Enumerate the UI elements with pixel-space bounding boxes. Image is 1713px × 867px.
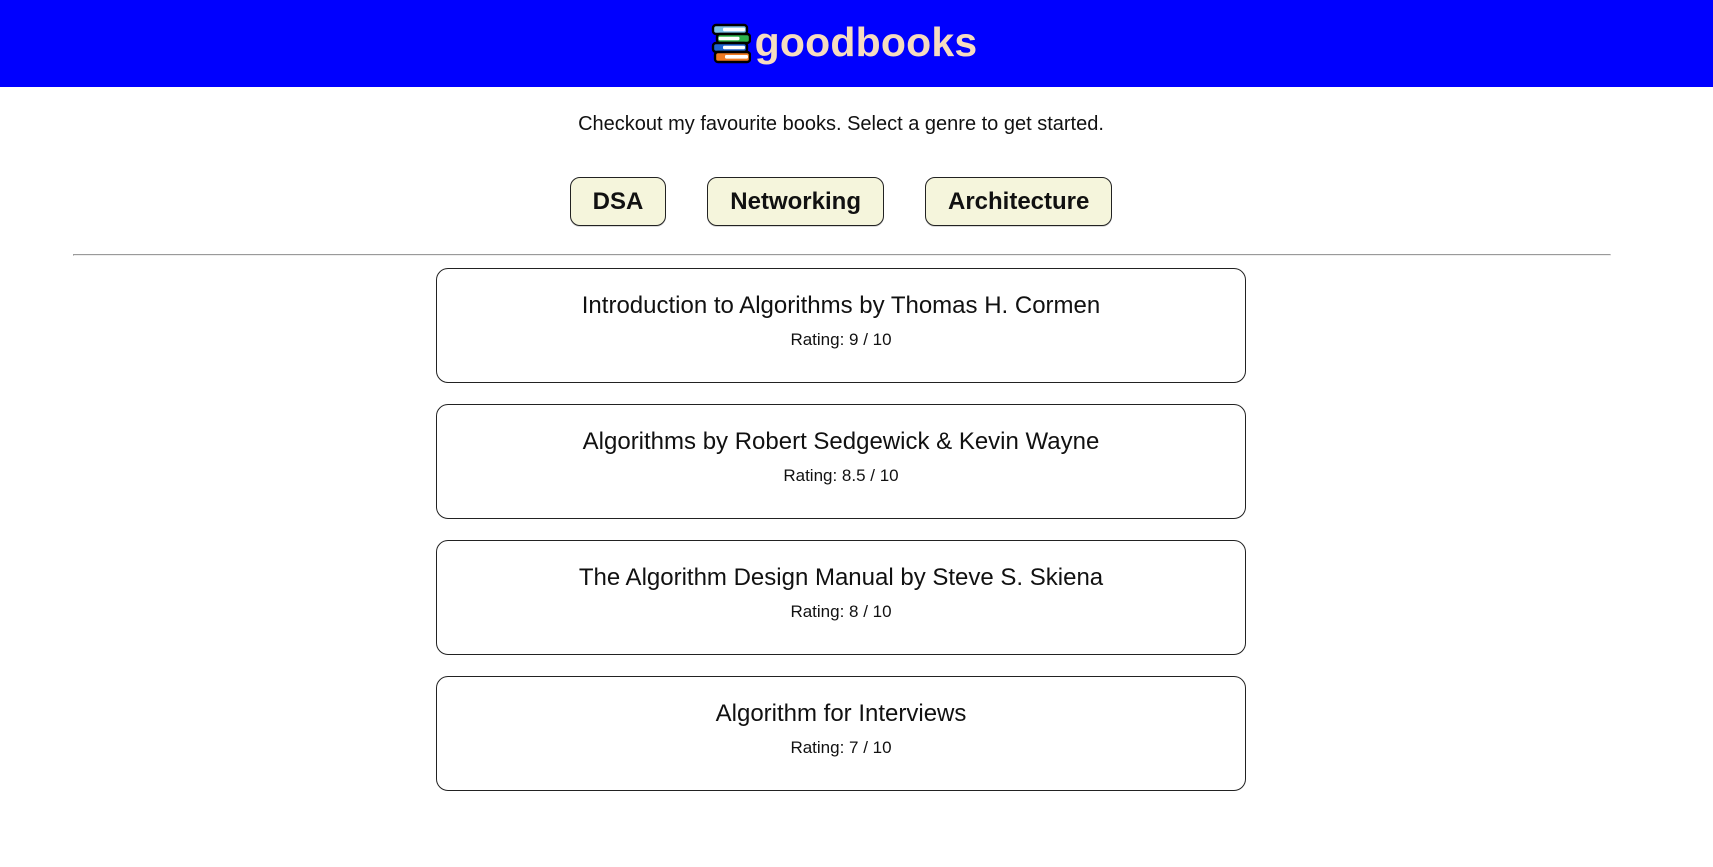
brand[interactable]: goodbooks bbox=[711, 19, 978, 65]
book-card: Introduction to Algorithms by Thomas H. … bbox=[436, 268, 1246, 383]
book-rating: Rating: 7 / 10 bbox=[790, 737, 892, 757]
book-title: Algorithm for Interviews bbox=[715, 699, 967, 727]
genre-selector: DSA Networking Architecture bbox=[0, 177, 1682, 226]
tagline: Checkout my favourite books. Select a ge… bbox=[578, 113, 1104, 135]
divider bbox=[73, 254, 1611, 256]
book-card: Algorithms by Robert Sedgewick & Kevin W… bbox=[436, 404, 1246, 519]
book-title: Algorithms by Robert Sedgewick & Kevin W… bbox=[582, 427, 1100, 455]
books-stack-icon bbox=[711, 23, 751, 63]
book-rating: Rating: 8.5 / 10 bbox=[783, 465, 899, 485]
brand-name: goodbooks bbox=[754, 19, 978, 65]
book-rating: Rating: 9 / 10 bbox=[790, 329, 892, 349]
book-title: The Algorithm Design Manual by Steve S. … bbox=[578, 563, 1104, 591]
genre-button-dsa[interactable]: DSA bbox=[569, 177, 667, 226]
book-title: Introduction to Algorithms by Thomas H. … bbox=[581, 291, 1101, 319]
book-rating: Rating: 8 / 10 bbox=[790, 601, 892, 621]
genre-button-architecture[interactable]: Architecture bbox=[924, 177, 1113, 226]
book-card: The Algorithm Design Manual by Steve S. … bbox=[436, 540, 1246, 655]
book-list: Introduction to Algorithms by Thomas H. … bbox=[436, 268, 1246, 791]
genre-button-networking[interactable]: Networking bbox=[707, 177, 884, 226]
page: goodbooks Checkout my favourite books. S… bbox=[0, 0, 1713, 867]
book-card: Algorithm for Interviews Rating: 7 / 10 bbox=[436, 676, 1246, 791]
app-header: goodbooks bbox=[0, 0, 1713, 87]
